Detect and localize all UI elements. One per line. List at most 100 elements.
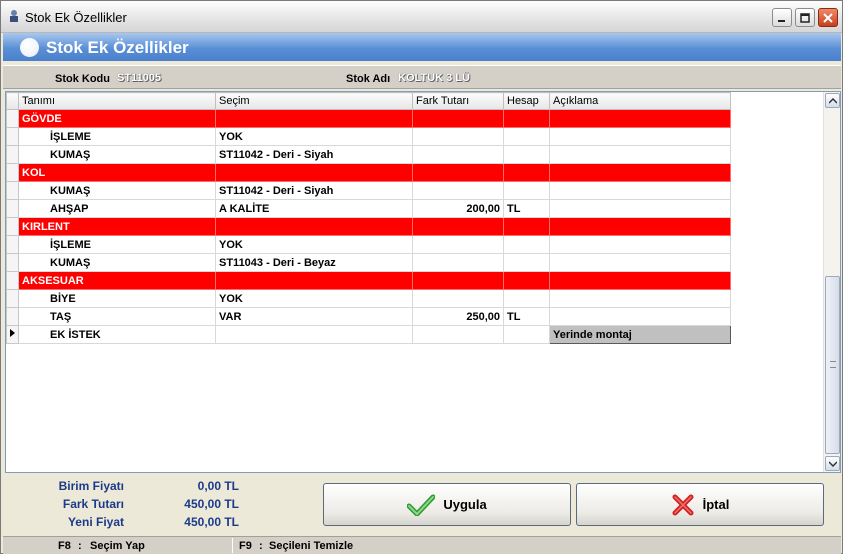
cell-fark-tutari[interactable]: [412, 109, 504, 128]
cell-secim[interactable]: YOK: [215, 127, 413, 146]
table-row[interactable]: BİYE YOK: [6, 289, 731, 308]
row-indicator[interactable]: [6, 199, 19, 218]
minimize-button[interactable]: [772, 8, 792, 27]
cell-hesap[interactable]: [503, 253, 550, 272]
cell-aciklama[interactable]: [549, 109, 731, 128]
apply-button[interactable]: Uygula: [323, 483, 571, 526]
cell-hesap[interactable]: [503, 217, 550, 236]
cell-hesap[interactable]: [503, 145, 550, 164]
row-indicator[interactable]: [6, 109, 19, 128]
cell-hesap[interactable]: [503, 289, 550, 308]
cell-fark-tutari[interactable]: [412, 271, 504, 290]
table-row[interactable]: KUMAŞ ST11043 - Deri - Beyaz: [6, 253, 731, 272]
cell-tanimi[interactable]: AHŞAP: [18, 199, 216, 218]
cell-secim[interactable]: [215, 109, 413, 128]
cell-secim[interactable]: A KALİTE: [215, 199, 413, 218]
group-row[interactable]: AKSESUAR: [6, 271, 731, 290]
row-indicator[interactable]: [6, 289, 19, 308]
cell-fark-tutari[interactable]: [412, 253, 504, 272]
cell-tanimi[interactable]: KUMAŞ: [18, 253, 216, 272]
cell-fark-tutari[interactable]: 200,00: [412, 199, 504, 218]
scroll-up-button[interactable]: [825, 93, 840, 108]
cell-secim[interactable]: [215, 217, 413, 236]
close-button[interactable]: [818, 8, 838, 27]
group-row[interactable]: KIRLENT: [6, 217, 731, 236]
cell-fark-tutari[interactable]: [412, 145, 504, 164]
column-header-secim[interactable]: Seçim: [215, 92, 413, 110]
vertical-scrollbar[interactable]: [823, 92, 840, 472]
cell-fark-tutari[interactable]: [412, 235, 504, 254]
cell-aciklama[interactable]: [549, 127, 731, 146]
cell-hesap[interactable]: [503, 163, 550, 182]
row-indicator[interactable]: [6, 127, 19, 146]
row-indicator[interactable]: [6, 325, 19, 344]
table-row[interactable]: AHŞAP A KALİTE 200,00 TL: [6, 199, 731, 218]
cell-secim[interactable]: ST11043 - Deri - Beyaz: [215, 253, 413, 272]
cell-aciklama[interactable]: [549, 271, 731, 290]
row-indicator[interactable]: [6, 145, 19, 164]
cell-tanimi[interactable]: GÖVDE: [18, 109, 216, 128]
cell-aciklama[interactable]: [549, 253, 731, 272]
scroll-thumb[interactable]: [825, 276, 840, 454]
cell-aciklama[interactable]: [549, 163, 731, 182]
cell-hesap[interactable]: [503, 271, 550, 290]
table-row[interactable]: İŞLEME YOK: [6, 127, 731, 146]
cell-tanimi[interactable]: BİYE: [18, 289, 216, 308]
row-indicator[interactable]: [6, 181, 19, 200]
cell-tanimi[interactable]: KUMAŞ: [18, 145, 216, 164]
title-bar[interactable]: Stok Ek Özellikler: [1, 1, 842, 33]
cell-fark-tutari[interactable]: [412, 325, 504, 344]
row-indicator[interactable]: [6, 271, 19, 290]
cell-hesap[interactable]: TL: [503, 307, 550, 326]
row-indicator[interactable]: [6, 307, 19, 326]
cell-hesap[interactable]: [503, 109, 550, 128]
cell-hesap[interactable]: TL: [503, 199, 550, 218]
column-header-tanimi[interactable]: Tanımı: [18, 92, 216, 110]
cell-secim[interactable]: [215, 325, 413, 344]
cell-secim[interactable]: VAR: [215, 307, 413, 326]
maximize-button[interactable]: [795, 8, 815, 27]
table-row[interactable]: KUMAŞ ST11042 - Deri - Siyah: [6, 181, 731, 200]
cell-hesap[interactable]: [503, 181, 550, 200]
table-row[interactable]: EK İSTEK Yerinde montaj: [6, 325, 731, 344]
cell-secim[interactable]: [215, 163, 413, 182]
cell-aciklama[interactable]: [549, 307, 731, 326]
cell-fark-tutari[interactable]: [412, 127, 504, 146]
cell-fark-tutari[interactable]: [412, 289, 504, 308]
cell-aciklama[interactable]: [549, 199, 731, 218]
cell-secim[interactable]: ST11042 - Deri - Siyah: [215, 145, 413, 164]
cell-tanimi[interactable]: TAŞ: [18, 307, 216, 326]
cell-aciklama[interactable]: [549, 235, 731, 254]
column-header-aciklama[interactable]: Açıklama: [549, 92, 731, 110]
features-grid[interactable]: Tanımı Seçim Fark Tutarı Hesap Açıklama …: [5, 91, 841, 473]
cell-tanimi[interactable]: EK İSTEK: [18, 325, 216, 344]
cell-fark-tutari[interactable]: 250,00: [412, 307, 504, 326]
cell-tanimi[interactable]: İŞLEME: [18, 235, 216, 254]
cell-aciklama[interactable]: Yerinde montaj: [549, 325, 731, 344]
cell-secim[interactable]: [215, 271, 413, 290]
cell-fark-tutari[interactable]: [412, 181, 504, 200]
cell-secim[interactable]: ST11042 - Deri - Siyah: [215, 181, 413, 200]
table-row[interactable]: TAŞ VAR 250,00 TL: [6, 307, 731, 326]
row-indicator[interactable]: [6, 217, 19, 236]
group-row[interactable]: KOL: [6, 163, 731, 182]
column-header-fark-tutari[interactable]: Fark Tutarı: [412, 92, 504, 110]
scroll-down-button[interactable]: [825, 456, 840, 471]
cell-secim[interactable]: YOK: [215, 235, 413, 254]
column-header-hesap[interactable]: Hesap: [503, 92, 550, 110]
table-row[interactable]: KUMAŞ ST11042 - Deri - Siyah: [6, 145, 731, 164]
cell-tanimi[interactable]: KIRLENT: [18, 217, 216, 236]
cell-fark-tutari[interactable]: [412, 163, 504, 182]
cell-hesap[interactable]: [503, 127, 550, 146]
row-indicator[interactable]: [6, 253, 19, 272]
row-indicator[interactable]: [6, 163, 19, 182]
cell-tanimi[interactable]: KOL: [18, 163, 216, 182]
cell-aciklama[interactable]: [549, 217, 731, 236]
cell-hesap[interactable]: [503, 325, 550, 344]
cell-aciklama[interactable]: [549, 289, 731, 308]
cell-aciklama[interactable]: [549, 145, 731, 164]
cancel-button[interactable]: İptal: [576, 483, 824, 526]
cell-tanimi[interactable]: AKSESUAR: [18, 271, 216, 290]
cell-fark-tutari[interactable]: [412, 217, 504, 236]
cell-hesap[interactable]: [503, 235, 550, 254]
